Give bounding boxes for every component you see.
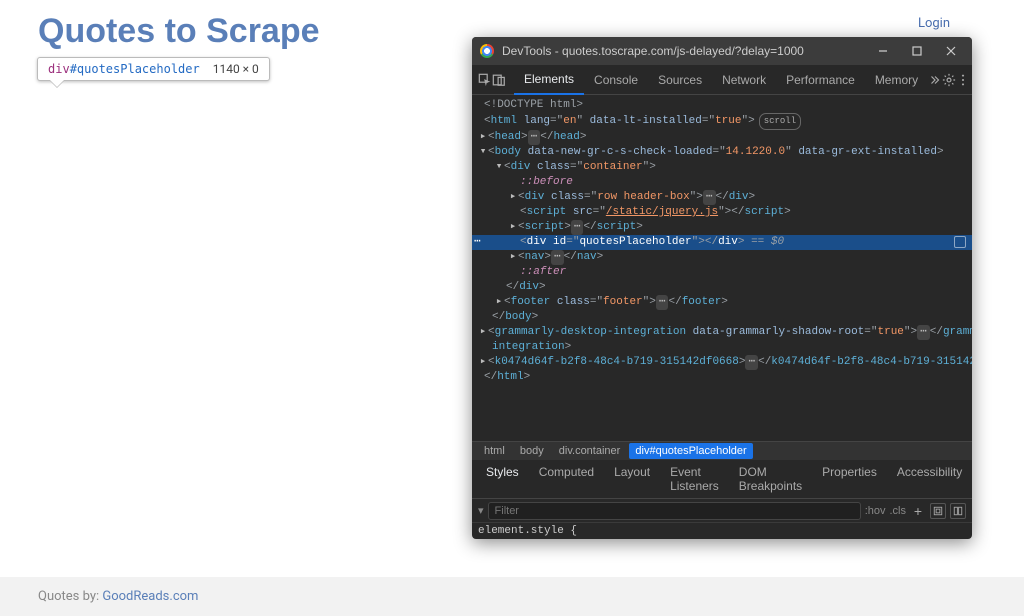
subtab-accessibility[interactable]: Accessibility	[887, 460, 972, 498]
inspect-element-icon[interactable]	[478, 68, 492, 92]
dom-line[interactable]: ::before	[472, 175, 972, 190]
crumb[interactable]: div.container	[553, 443, 627, 459]
dom-line-selected[interactable]: <div id="quotesPlaceholder"></div> == $0	[472, 235, 972, 250]
styles-pane[interactable]: element.style {	[472, 523, 972, 539]
page-footer: Quotes by: GoodReads.com	[0, 577, 1024, 616]
expand-arrow-icon[interactable]: ▸	[508, 190, 518, 205]
expand-arrow-icon[interactable]: ▸	[478, 355, 488, 370]
tab-performance[interactable]: Performance	[776, 66, 865, 94]
subtab-computed[interactable]: Computed	[529, 460, 604, 498]
subtab-event-listeners[interactable]: Event Listeners	[660, 460, 729, 498]
dom-line[interactable]: ▸<script>⋯</script>	[472, 220, 972, 235]
devtools-title: DevTools - quotes.toscrape.com/js-delaye…	[502, 44, 862, 58]
dom-line[interactable]: ▾<div class="container">	[472, 160, 972, 175]
styles-tabs: Styles Computed Layout Event Listeners D…	[472, 460, 972, 499]
dom-line[interactable]: </body>	[472, 310, 972, 325]
more-tabs-icon[interactable]	[928, 68, 942, 92]
toggle-common-rendering-icon[interactable]	[930, 503, 946, 519]
dom-line[interactable]: <html lang="en" data-lt-installed="true"…	[472, 113, 972, 130]
close-button[interactable]	[938, 38, 964, 64]
expand-arrow-icon[interactable]: ▸	[478, 325, 488, 340]
tooltip-id: #quotesPlaceholder	[70, 62, 200, 76]
tab-console[interactable]: Console	[584, 66, 648, 94]
devtools-titlebar[interactable]: DevTools - quotes.toscrape.com/js-delaye…	[472, 37, 972, 65]
maximize-button[interactable]	[904, 38, 930, 64]
funnel-icon: ▾	[478, 504, 484, 517]
dom-tree[interactable]: <!DOCTYPE html> <html lang="en" data-lt-…	[472, 95, 972, 441]
new-style-rule-icon[interactable]: +	[910, 503, 926, 519]
devtools-window: DevTools - quotes.toscrape.com/js-delaye…	[472, 37, 972, 539]
expand-arrow-icon[interactable]: ▸	[508, 220, 518, 235]
dom-line[interactable]: ▸<grammarly-desktop-integration data-gra…	[472, 325, 972, 355]
tab-network[interactable]: Network	[712, 66, 776, 94]
subtab-styles[interactable]: Styles	[476, 460, 529, 498]
device-toolbar-icon[interactable]	[492, 68, 506, 92]
chrome-icon	[480, 44, 494, 58]
dom-line[interactable]: </div>	[472, 280, 972, 295]
hov-toggle[interactable]: :hov	[865, 505, 886, 517]
expand-arrow-icon[interactable]: ▸	[494, 295, 504, 310]
dom-line[interactable]: <!DOCTYPE html>	[472, 98, 972, 113]
kebab-menu-icon[interactable]	[956, 68, 970, 92]
styles-filter-input[interactable]	[488, 502, 861, 520]
dom-line[interactable]: </html>	[472, 370, 972, 385]
cls-toggle[interactable]: .cls	[890, 505, 907, 517]
dom-line[interactable]: ▸<head>⋯</head>	[472, 130, 972, 145]
scroll-into-view-icon[interactable]	[954, 236, 966, 248]
collapse-arrow-icon[interactable]: ▾	[478, 145, 488, 160]
tooltip-dims: 1140 × 0	[213, 62, 259, 76]
dom-line[interactable]: ::after	[472, 265, 972, 280]
crumb[interactable]: body	[514, 443, 550, 459]
dom-line[interactable]: <script src="/static/jquery.js"></script…	[472, 205, 972, 220]
collapse-arrow-icon[interactable]: ▾	[494, 160, 504, 175]
login-link[interactable]: Login	[918, 16, 950, 31]
page-title: Quotes to Scrape	[38, 12, 320, 51]
tooltip-tag: div	[48, 62, 70, 76]
dom-line[interactable]: ▾<body data-new-gr-c-s-check-loaded="14.…	[472, 145, 972, 160]
styles-filter-bar: ▾ :hov .cls +	[472, 499, 972, 523]
dom-line[interactable]: ▸<footer class="footer">⋯</footer>	[472, 295, 972, 310]
crumb-active[interactable]: div#quotesPlaceholder	[629, 443, 752, 459]
dom-line[interactable]: ▸<nav>⋯</nav>	[472, 250, 972, 265]
element-style-rule[interactable]: element.style {	[478, 525, 577, 537]
subtab-dom-breakpoints[interactable]: DOM Breakpoints	[729, 460, 812, 498]
expand-arrow-icon[interactable]: ▸	[508, 250, 518, 265]
computed-sidebar-icon[interactable]	[950, 503, 966, 519]
footer-prefix: Quotes by:	[38, 589, 102, 604]
settings-icon[interactable]	[942, 68, 956, 92]
tab-memory[interactable]: Memory	[865, 66, 928, 94]
expand-arrow-icon[interactable]: ▸	[478, 130, 488, 145]
dom-line[interactable]: ▸<k0474d64f-b2f8-48c4-b719-315142df0668>…	[472, 355, 972, 370]
subtab-layout[interactable]: Layout	[604, 460, 660, 498]
subtab-properties[interactable]: Properties	[812, 460, 887, 498]
dom-breadcrumbs[interactable]: html body div.container div#quotesPlaceh…	[472, 441, 972, 460]
dom-line[interactable]: ▸<div class="row header-box">⋯</div>	[472, 190, 972, 205]
crumb[interactable]: html	[478, 443, 511, 459]
tab-sources[interactable]: Sources	[648, 66, 712, 94]
inspect-tooltip: div#quotesPlaceholder 1140 × 0	[37, 57, 270, 81]
devtools-toolbar: Elements Console Sources Network Perform…	[472, 65, 972, 95]
footer-link[interactable]: GoodReads.com	[102, 589, 198, 604]
tab-elements[interactable]: Elements	[514, 65, 584, 95]
minimize-button[interactable]	[870, 38, 896, 64]
